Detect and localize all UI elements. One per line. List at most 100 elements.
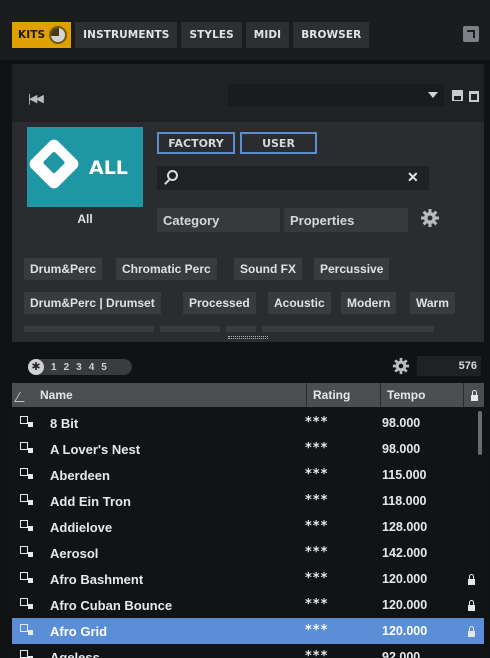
- table-scrollbar[interactable]: [478, 411, 482, 455]
- chip-chromatic-perc[interactable]: Chromatic Perc: [116, 258, 217, 280]
- tab-styles[interactable]: STYLES: [181, 22, 242, 48]
- row-name: Addielove: [50, 520, 113, 535]
- rating-filter-4[interactable]: 4: [89, 362, 95, 373]
- chip-drum-perc[interactable]: Drum&Perc: [24, 258, 103, 280]
- tab-browser[interactable]: BROWSER: [293, 22, 370, 48]
- row-tempo: 128.000: [382, 520, 428, 534]
- factory-button[interactable]: FACTORY: [157, 132, 235, 154]
- row-rating[interactable]: ***: [305, 519, 328, 534]
- filter-settings-gear-icon[interactable]: [420, 208, 440, 228]
- table-row[interactable]: Afro Bashment *** 120.000: [12, 566, 484, 592]
- lock-icon: [468, 574, 475, 585]
- table-row[interactable]: Ageless *** 92.000: [12, 644, 484, 658]
- trash-icon[interactable]: [469, 91, 479, 102]
- rating-filter-1[interactable]: 1: [51, 362, 57, 373]
- search-input[interactable]: [185, 169, 395, 187]
- kit-icon: [20, 520, 33, 531]
- row-name: Add Ein Tron: [50, 494, 131, 509]
- column-lock[interactable]: [464, 383, 484, 407]
- chip-overflow: [262, 326, 434, 332]
- row-rating[interactable]: ***: [305, 571, 328, 586]
- lock-icon: [468, 626, 475, 637]
- row-rating[interactable]: ***: [305, 467, 328, 482]
- kit-icon: [20, 494, 33, 505]
- chip-processed[interactable]: Processed: [183, 292, 256, 314]
- result-count: 576: [417, 356, 481, 376]
- table-row[interactable]: Addielove *** 128.000: [12, 514, 484, 540]
- properties-filter[interactable]: Properties: [284, 208, 408, 232]
- column-options-icon[interactable]: [12, 383, 26, 407]
- search-box: ✕: [157, 166, 429, 190]
- tab-instruments[interactable]: INSTRUMENTS: [75, 22, 178, 48]
- row-name: Ageless: [50, 650, 100, 658]
- row-rating[interactable]: ***: [305, 441, 328, 456]
- row-name: 8 Bit: [50, 416, 79, 431]
- kit-icon: [20, 624, 33, 635]
- rating-filter-3[interactable]: 3: [76, 362, 82, 373]
- clear-search-icon[interactable]: ✕: [407, 169, 419, 186]
- panel-resize-handle[interactable]: [228, 336, 268, 339]
- row-rating[interactable]: ***: [305, 415, 328, 430]
- chip-percussive[interactable]: Percussive: [314, 258, 390, 280]
- kit-icon: [20, 572, 33, 583]
- library-tile[interactable]: ALL: [27, 127, 143, 207]
- row-rating[interactable]: ***: [305, 493, 328, 508]
- row-tempo: 92.000: [382, 650, 421, 658]
- row-name: Aerosol: [50, 546, 99, 561]
- tab-strip: KITS INSTRUMENTS STYLES MIDI BROWSER: [12, 22, 370, 48]
- table-row[interactable]: Add Ein Tron *** 118.000: [12, 488, 484, 514]
- rating-filter-2[interactable]: 2: [64, 362, 70, 373]
- star-icon: ✱: [28, 359, 44, 375]
- table-row[interactable]: Aberdeen *** 115.000: [12, 462, 484, 488]
- chip-sound-fx[interactable]: Sound FX: [234, 258, 302, 280]
- column-rating[interactable]: Rating: [307, 383, 381, 407]
- result-settings-gear-icon[interactable]: [392, 357, 410, 375]
- row-rating[interactable]: ***: [305, 649, 328, 658]
- table-row-selected[interactable]: Afro Grid *** 120.000: [12, 618, 484, 644]
- row-rating[interactable]: ***: [305, 623, 328, 638]
- preset-bar: |◀◀: [12, 64, 484, 122]
- expand-icon[interactable]: [463, 26, 479, 42]
- kit-icon: [20, 442, 33, 453]
- tab-browser-label: BROWSER: [301, 29, 362, 41]
- chip-overflow: [160, 326, 220, 332]
- tab-kits[interactable]: KITS: [12, 22, 72, 48]
- dropdown-arrow-icon: [428, 92, 438, 98]
- rating-filter-5[interactable]: 5: [101, 362, 107, 373]
- row-name: Afro Grid: [50, 624, 108, 639]
- row-tempo: 120.000: [382, 572, 428, 586]
- row-name: A Lover's Nest: [50, 442, 141, 457]
- row-name: Afro Cuban Bounce: [50, 598, 173, 613]
- chip-drumset[interactable]: Drum&Perc | Drumset: [24, 292, 161, 314]
- library-tile-label: ALL: [89, 157, 128, 179]
- row-tempo: 98.000: [382, 442, 421, 456]
- user-button[interactable]: USER: [240, 132, 317, 154]
- row-rating[interactable]: ***: [305, 597, 328, 612]
- chip-warm[interactable]: Warm: [410, 292, 455, 314]
- table-row[interactable]: 8 Bit *** 98.000: [12, 410, 484, 436]
- tab-instruments-label: INSTRUMENTS: [83, 29, 170, 41]
- save-icon[interactable]: [452, 90, 463, 101]
- kit-icon: [20, 650, 33, 658]
- tab-midi-label: MIDI: [253, 29, 282, 41]
- row-tempo: 120.000: [382, 624, 428, 638]
- chip-overflow: [226, 326, 256, 332]
- kit-icon: [20, 598, 33, 609]
- library-logo-icon: [27, 137, 81, 191]
- rating-filter[interactable]: ✱ 1 2 3 4 5: [28, 359, 132, 375]
- lock-icon: [468, 600, 475, 611]
- chip-acoustic[interactable]: Acoustic: [268, 292, 331, 314]
- row-rating[interactable]: ***: [305, 545, 328, 560]
- column-tempo[interactable]: Tempo: [381, 383, 464, 407]
- category-filter[interactable]: Category: [157, 208, 280, 232]
- table-row[interactable]: Afro Cuban Bounce *** 120.000: [12, 592, 484, 618]
- row-name: Aberdeen: [50, 468, 110, 483]
- table-row[interactable]: A Lover's Nest *** 98.000: [12, 436, 484, 462]
- chip-modern[interactable]: Modern: [341, 292, 397, 314]
- preset-selector[interactable]: [228, 84, 444, 106]
- chip-overflow: [24, 326, 154, 332]
- column-name[interactable]: Name: [26, 383, 307, 407]
- tab-midi[interactable]: MIDI: [245, 22, 290, 48]
- previous-preset-icon[interactable]: |◀◀: [28, 92, 44, 105]
- table-row[interactable]: Aerosol *** 142.000: [12, 540, 484, 566]
